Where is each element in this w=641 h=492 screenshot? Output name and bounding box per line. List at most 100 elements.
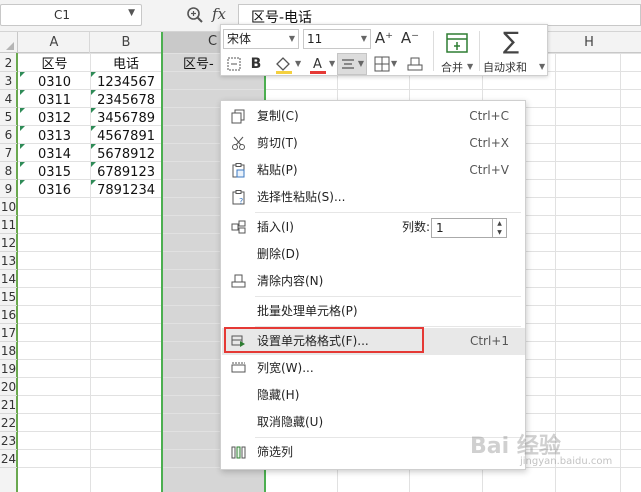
cell-b1[interactable]: 电话 [91, 56, 161, 74]
menu-item-label: 列宽(W)... [257, 361, 314, 375]
menu-item-label: 粘贴(P) [257, 163, 298, 177]
column-count-label: 列数: [402, 220, 431, 234]
row-header[interactable]: 6 [0, 126, 17, 144]
cell-a[interactable]: 0314 [19, 146, 90, 164]
cell-b[interactable]: 2345678 [91, 92, 161, 110]
column-count-stepper[interactable]: 1 ▲ ▼ [431, 218, 507, 238]
cell-a1[interactable]: 区号 [19, 56, 90, 74]
font-name-select[interactable]: 宋体 ▼ [223, 29, 299, 49]
row-header[interactable]: 11 [0, 216, 17, 234]
menu-item-paste[interactable]: 粘贴(P) Ctrl+V [222, 157, 525, 184]
menu-item-label: 剪切(T) [257, 136, 298, 150]
cell-a[interactable]: 0316 [19, 182, 90, 200]
menu-item-cut[interactable]: 剪切(T) Ctrl+X [222, 130, 525, 157]
row-header[interactable]: 24 [0, 450, 17, 468]
select-all-corner[interactable] [0, 32, 18, 53]
name-box[interactable]: C1 ▼ [0, 4, 142, 26]
chevron-down-icon[interactable]: ▼ [128, 8, 135, 18]
cell-b[interactable]: 3456789 [91, 110, 161, 128]
row-header[interactable]: 22 [0, 414, 17, 432]
sigma-icon: ∑ [503, 27, 520, 55]
text-number-indicator-icon [20, 144, 25, 149]
cell-a[interactable]: 0311 [19, 92, 90, 110]
menu-item-copy[interactable]: 复制(C) Ctrl+C [222, 103, 525, 130]
cell-b[interactable]: 4567891 [91, 128, 161, 146]
scissors-icon [232, 136, 245, 150]
shrink-font-button[interactable]: A⁻ [399, 28, 421, 48]
row-header[interactable]: 21 [0, 396, 17, 414]
text-number-indicator-icon [91, 90, 96, 95]
chevron-down-icon[interactable]: ▼ [295, 59, 301, 68]
row-header[interactable]: 9 [0, 180, 17, 198]
cell-a[interactable]: 0312 [19, 110, 90, 128]
row-header[interactable]: 12 [0, 234, 17, 252]
merge-button[interactable]: 合并 ▼ [439, 27, 475, 75]
menu-item-hide[interactable]: 隐藏(H) [222, 382, 525, 409]
row-header[interactable]: 23 [0, 432, 17, 450]
menu-item-column-width[interactable]: 列宽(W)... [222, 355, 525, 382]
paste-special-icon: ? [232, 190, 245, 205]
column-header-b[interactable]: B [91, 32, 162, 53]
font-size-select[interactable]: 11 ▼ [303, 29, 371, 49]
cell-b[interactable]: 6789123 [91, 164, 161, 182]
context-menu: 复制(C) Ctrl+C 剪切(T) Ctrl+X 粘贴(P) Ctrl+V ?… [220, 100, 526, 470]
text-number-indicator-icon [91, 162, 96, 167]
cell-a[interactable]: 0313 [19, 128, 90, 146]
menu-separator [255, 296, 521, 297]
fx-icon[interactable]: fx [212, 5, 226, 23]
row-header[interactable]: 14 [0, 270, 17, 288]
column-count-value: 1 [436, 221, 444, 235]
column-header-a[interactable]: A [19, 32, 90, 53]
formula-input[interactable]: 区号-电话 [238, 4, 641, 26]
cell-a[interactable]: 0310 [19, 74, 90, 92]
chevron-down-icon: ▼ [539, 62, 546, 71]
row-header[interactable]: 4 [0, 90, 17, 108]
row-header[interactable]: 2 [0, 54, 17, 72]
menu-item-batch-cells[interactable]: 批量处理单元格(P) [222, 298, 525, 325]
chevron-down-icon: ▼ [357, 59, 364, 68]
row-header[interactable]: 17 [0, 324, 17, 342]
menu-item-delete[interactable]: 删除(D) [222, 241, 525, 268]
cell-a[interactable]: 0315 [19, 164, 90, 182]
chevron-down-icon: ▼ [288, 34, 295, 43]
menu-item-clear-contents[interactable]: 清除内容(N) [222, 268, 525, 295]
merge-label: 合并 [441, 61, 463, 74]
text-number-indicator-icon [91, 72, 96, 77]
zoom-icon[interactable] [186, 6, 204, 24]
font-color-icon[interactable]: A [307, 55, 329, 75]
bold-button[interactable]: B [247, 54, 265, 74]
chevron-down-icon[interactable]: ▼ [391, 59, 397, 68]
border-icon[interactable] [373, 55, 391, 73]
column-header-h[interactable]: H [558, 32, 620, 53]
stepper-arrows-icon[interactable]: ▲ ▼ [492, 219, 506, 237]
menu-item-paste-special[interactable]: ? 选择性粘贴(S)... [222, 184, 525, 211]
row-header[interactable]: 16 [0, 306, 17, 324]
cell-b[interactable]: 5678912 [91, 146, 161, 164]
format-painter-icon[interactable] [225, 55, 243, 73]
menu-item-insert[interactable]: 插入(I) 列数: 1 ▲ ▼ [222, 214, 525, 241]
annotation-highlight-box [224, 327, 424, 353]
autosum-label: 自动求和 [483, 61, 527, 74]
row-header[interactable]: 13 [0, 252, 17, 270]
row-header[interactable]: 7 [0, 144, 17, 162]
row-header[interactable]: 3 [0, 72, 17, 90]
chevron-down-icon: ▼ [360, 34, 367, 43]
grow-font-button[interactable]: A⁺ [373, 28, 395, 48]
row-header[interactable]: 5 [0, 108, 17, 126]
fill-color-icon[interactable] [273, 55, 295, 75]
row-header[interactable]: 18 [0, 342, 17, 360]
row-header[interactable]: 10 [0, 198, 17, 216]
row-header[interactable]: 8 [0, 162, 17, 180]
row-header[interactable]: 20 [0, 378, 17, 396]
eraser-icon[interactable] [405, 55, 425, 73]
menu-item-label: 隐藏(H) [257, 388, 300, 402]
autosum-button[interactable]: ∑ 自动求和 ▼ [483, 27, 547, 75]
column-width-icon [231, 362, 246, 373]
toolbar-separator [433, 31, 434, 71]
row-header[interactable]: 15 [0, 288, 17, 306]
align-center-button[interactable]: ▼ [337, 53, 367, 75]
cell-b[interactable]: 1234567 [91, 74, 161, 92]
chevron-down-icon[interactable]: ▼ [329, 59, 335, 68]
cell-b[interactable]: 7891234 [91, 182, 161, 200]
row-header[interactable]: 19 [0, 360, 17, 378]
